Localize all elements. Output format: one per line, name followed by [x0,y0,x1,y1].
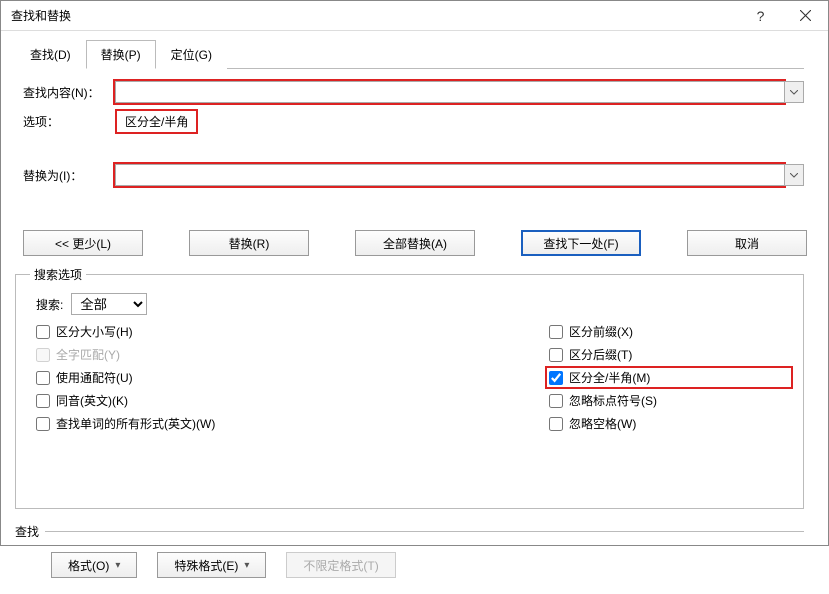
options-right-column: 区分前缀(X) 区分后缀(T) 区分全/半角(M) 忽略标点符号(S) 忽略空格… [549,323,789,438]
dialog-body: 查找(D) 替换(P) 定位(G) 查找内容(N)： 选项： 区分全/半角 替换… [1,31,828,594]
match-suffix-checkbox[interactable]: 区分后缀(T) [549,346,789,363]
find-what-combo [115,81,804,103]
use-wildcards-checkbox[interactable]: 使用通配符(U) [36,369,549,386]
less-button[interactable]: << 更少(L) [23,230,143,256]
chevron-down-icon: ▾ [244,560,249,571]
replace-with-input[interactable] [115,164,784,186]
special-button[interactable]: 特殊格式(E)▾ [157,552,266,578]
chevron-down-icon: ▾ [115,560,120,571]
find-what-row: 查找内容(N)： [15,81,804,103]
tab-goto[interactable]: 定位(G) [156,40,227,69]
all-forms-checkbox[interactable]: 查找单词的所有形式(英文)(W) [36,415,549,432]
close-icon [800,10,811,21]
find-format-group: 查找 格式(O)▾ 特殊格式(E)▾ 不限定格式(T) [15,523,804,578]
options-columns: 区分大小写(H) 全字匹配(Y) 使用通配符(U) 同音(英文)(K) 查找单词… [30,323,789,438]
ignore-punct-checkbox[interactable]: 忽略标点符号(S) [549,392,789,409]
ignore-space-checkbox[interactable]: 忽略空格(W) [549,415,789,432]
whole-word-checkbox: 全字匹配(Y) [36,346,549,363]
chevron-down-icon [790,90,798,95]
tab-strip: 查找(D) 替换(P) 定位(G) [15,39,804,69]
find-what-label: 查找内容(N)： [15,84,115,101]
match-case-checkbox[interactable]: 区分大小写(H) [36,323,549,340]
no-format-button: 不限定格式(T) [286,552,395,578]
close-button[interactable] [783,1,828,31]
replace-button[interactable]: 替换(R) [189,230,309,256]
match-prefix-checkbox[interactable]: 区分前缀(X) [549,323,789,340]
replace-with-combo [115,164,804,186]
cancel-button[interactable]: 取消 [687,230,807,256]
replace-with-row: 替换为(I)： [15,164,804,186]
find-what-dropdown[interactable] [784,81,804,103]
find-replace-dialog: 查找和替换 ? 查找(D) 替换(P) 定位(G) 查找内容(N)： 选项： [0,0,829,546]
sounds-like-checkbox[interactable]: 同音(英文)(K) [36,392,549,409]
chevron-down-icon [790,173,798,178]
find-what-input[interactable] [115,81,784,103]
replace-with-dropdown[interactable] [784,164,804,186]
options-value-wrap: 区分全/半角 [115,109,198,134]
match-width-checkbox[interactable]: 区分全/半角(M) [549,369,789,386]
window-controls: ? [738,1,828,31]
options-row: 选项： 区分全/半角 [15,109,804,134]
search-options-legend: 搜索选项 [30,266,86,283]
format-button[interactable]: 格式(O)▾ [51,552,137,578]
tab-find[interactable]: 查找(D) [15,40,86,69]
find-next-button[interactable]: 查找下一处(F) [521,230,641,256]
match-width-highlight: 区分全/半角(M) [545,366,793,389]
main-buttons: << 更少(L) 替换(R) 全部替换(A) 查找下一处(F) 取消 [15,230,804,256]
options-label: 选项： [15,113,115,130]
replace-all-button[interactable]: 全部替换(A) [355,230,475,256]
help-button[interactable]: ? [738,1,783,31]
search-direction-row: 搜索: 全部 [30,293,789,315]
options-left-column: 区分大小写(H) 全字匹配(Y) 使用通配符(U) 同音(英文)(K) 查找单词… [30,323,549,438]
window-title: 查找和替换 [11,7,71,24]
search-direction-select[interactable]: 全部 [71,293,147,315]
titlebar: 查找和替换 ? [1,1,828,31]
format-buttons: 格式(O)▾ 特殊格式(E)▾ 不限定格式(T) [15,552,804,578]
options-value: 区分全/半角 [115,109,198,134]
replace-with-label: 替换为(I)： [15,167,115,184]
search-direction-label: 搜索: [30,296,63,313]
search-options-group: 搜索选项 搜索: 全部 区分大小写(H) 全字匹配(Y) 使用通配符(U) 同音… [15,266,804,509]
find-format-legend: 查找 [15,523,45,540]
tab-replace[interactable]: 替换(P) [86,40,156,69]
